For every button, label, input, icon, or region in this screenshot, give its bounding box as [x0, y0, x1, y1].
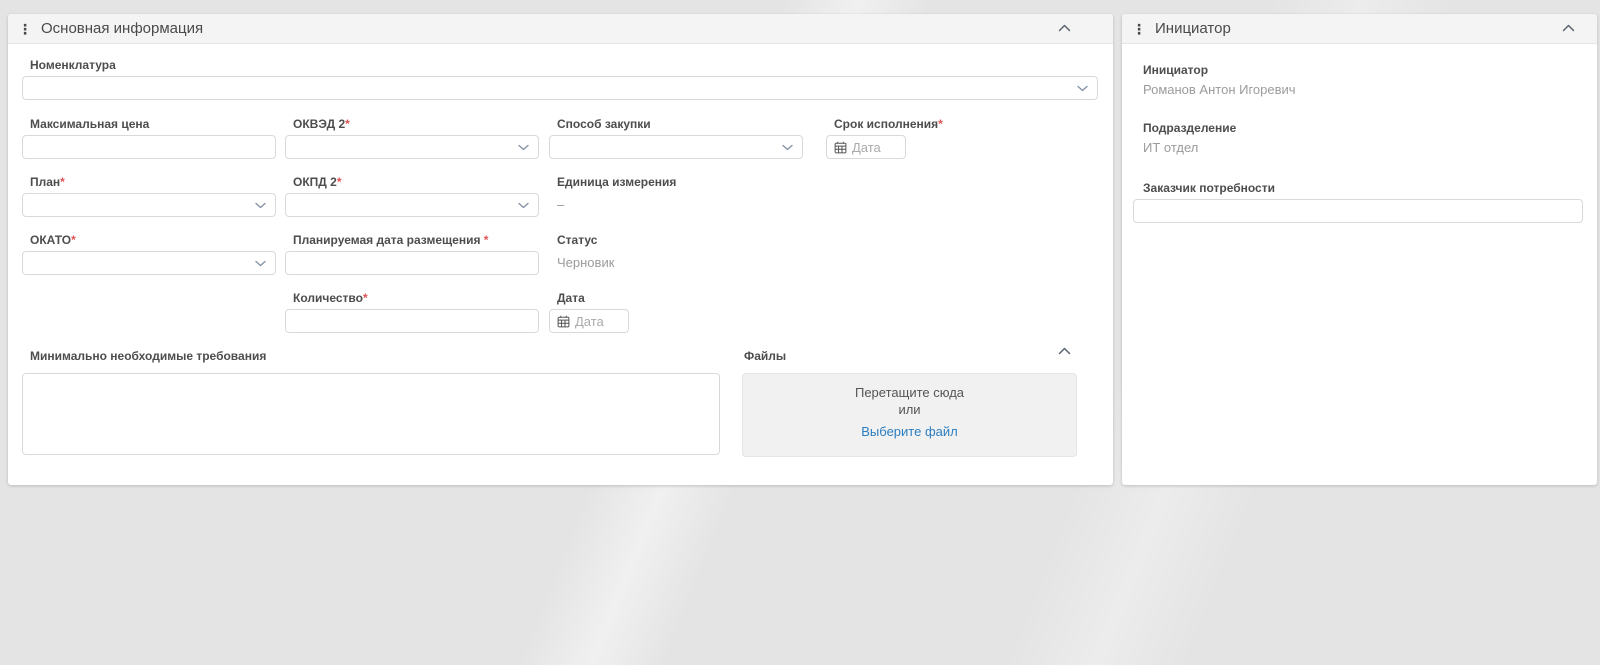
- panel-title-main: Основная информация: [41, 20, 203, 37]
- required-asterisk: *: [337, 175, 342, 189]
- field-customer: Заказчик потребности: [1133, 181, 1586, 223]
- field-max-price: Максимальная цена: [22, 117, 276, 159]
- date-label: Дата: [549, 291, 629, 305]
- field-okato: ОКАТО*: [22, 233, 276, 275]
- date-datepicker[interactable]: [549, 309, 629, 333]
- quantity-label: Количество*: [285, 291, 539, 305]
- nomenclature-label: Номенклатура: [22, 58, 1098, 72]
- quantity-input[interactable]: [285, 309, 539, 333]
- panel-title-initiator: Инициатор: [1155, 20, 1231, 37]
- required-asterisk: *: [345, 117, 350, 131]
- okato-select[interactable]: [22, 251, 276, 275]
- chevron-down-icon: [255, 202, 266, 209]
- field-status: Статус Черновик: [549, 233, 803, 275]
- chevron-down-icon: [255, 260, 266, 267]
- collapse-chevron-icon[interactable]: [1058, 24, 1071, 32]
- panel-initiator: ⋮ Инициатор Инициатор Романов Антон Игор…: [1122, 14, 1597, 485]
- status-value: Черновик: [549, 251, 803, 275]
- collapse-chevron-icon[interactable]: [1562, 24, 1575, 32]
- file-dropzone[interactable]: Перетащите сюда или Выберите файл: [742, 373, 1077, 457]
- date-input[interactable]: [575, 314, 621, 329]
- initiator-header: ⋮ Инициатор: [1122, 14, 1597, 44]
- okpd2-select[interactable]: [285, 193, 539, 217]
- max-price-input[interactable]: [22, 135, 276, 159]
- required-asterisk: *: [363, 291, 368, 305]
- field-unit: Единица измерения –: [549, 175, 803, 217]
- calendar-icon: [834, 141, 847, 154]
- okved2-label: ОКВЭД 2*: [285, 117, 539, 131]
- required-asterisk: *: [484, 233, 489, 247]
- initiator-label: Инициатор: [1133, 63, 1586, 77]
- calendar-icon: [557, 315, 570, 328]
- field-initiator: Инициатор Романов Антон Игоревич: [1133, 63, 1586, 97]
- plan-select[interactable]: [22, 193, 276, 217]
- field-nomenclature: Номенклатура: [22, 58, 1098, 100]
- purchase-method-select[interactable]: [549, 135, 803, 159]
- status-label: Статус: [549, 233, 803, 247]
- required-asterisk: *: [60, 175, 65, 189]
- drag-handle-icon[interactable]: ⋮: [18, 22, 32, 36]
- chevron-down-icon: [518, 202, 529, 209]
- min-requirements-textarea[interactable]: [22, 373, 720, 455]
- field-date: Дата: [549, 291, 629, 333]
- planned-date-input[interactable]: [285, 251, 539, 275]
- execution-term-label: Срок исполнения*: [826, 117, 906, 131]
- field-files: Файлы Перетащите сюда или Выберите файл: [742, 349, 1077, 457]
- choose-file-link[interactable]: Выберите файл: [861, 424, 957, 439]
- department-value: ИТ отдел: [1133, 140, 1586, 155]
- nomenclature-select[interactable]: [22, 76, 1098, 100]
- unit-label: Единица измерения: [549, 175, 803, 189]
- field-min-requirements: Минимально необходимые требования: [22, 349, 720, 455]
- execution-term-date-input[interactable]: [852, 140, 898, 155]
- okato-label: ОКАТО*: [22, 233, 276, 247]
- required-asterisk: *: [71, 233, 76, 247]
- field-department: Подразделение ИТ отдел: [1133, 121, 1586, 155]
- execution-term-datepicker[interactable]: [826, 135, 906, 159]
- field-planned-date: Планируемая дата размещения *: [285, 233, 539, 275]
- panel-main-info: ⋮ Основная информация Номенклатура Макси…: [8, 14, 1113, 485]
- plan-label: План*: [22, 175, 276, 189]
- customer-input[interactable]: [1133, 199, 1583, 223]
- purchase-method-label: Способ закупки: [549, 117, 803, 131]
- dropzone-text-line1: Перетащите сюда: [743, 384, 1076, 401]
- field-purchase-method: Способ закупки: [549, 117, 803, 159]
- main-info-header: ⋮ Основная информация: [8, 14, 1113, 44]
- chevron-down-icon: [518, 144, 529, 151]
- min-requirements-label: Минимально необходимые требования: [22, 349, 720, 363]
- chevron-down-icon: [1077, 85, 1088, 92]
- drag-handle-icon[interactable]: ⋮: [1132, 22, 1146, 36]
- field-execution-term: Срок исполнения*: [826, 117, 906, 159]
- department-label: Подразделение: [1133, 121, 1586, 135]
- planned-date-label: Планируемая дата размещения *: [285, 233, 539, 247]
- field-quantity: Количество*: [285, 291, 539, 333]
- required-asterisk: *: [938, 117, 943, 131]
- chevron-down-icon: [782, 144, 793, 151]
- field-okved2: ОКВЭД 2*: [285, 117, 539, 159]
- unit-value: –: [549, 193, 803, 217]
- max-price-label: Максимальная цена: [22, 117, 276, 131]
- field-plan: План*: [22, 175, 276, 217]
- files-collapse-chevron-icon[interactable]: [1058, 347, 1071, 355]
- customer-label: Заказчик потребности: [1133, 181, 1586, 195]
- okpd2-label: ОКПД 2*: [285, 175, 539, 189]
- dropzone-text-line2: или: [743, 401, 1076, 418]
- files-label: Файлы: [742, 349, 1077, 363]
- initiator-value: Романов Антон Игоревич: [1133, 82, 1586, 97]
- okved2-select[interactable]: [285, 135, 539, 159]
- field-okpd2: ОКПД 2*: [285, 175, 539, 217]
